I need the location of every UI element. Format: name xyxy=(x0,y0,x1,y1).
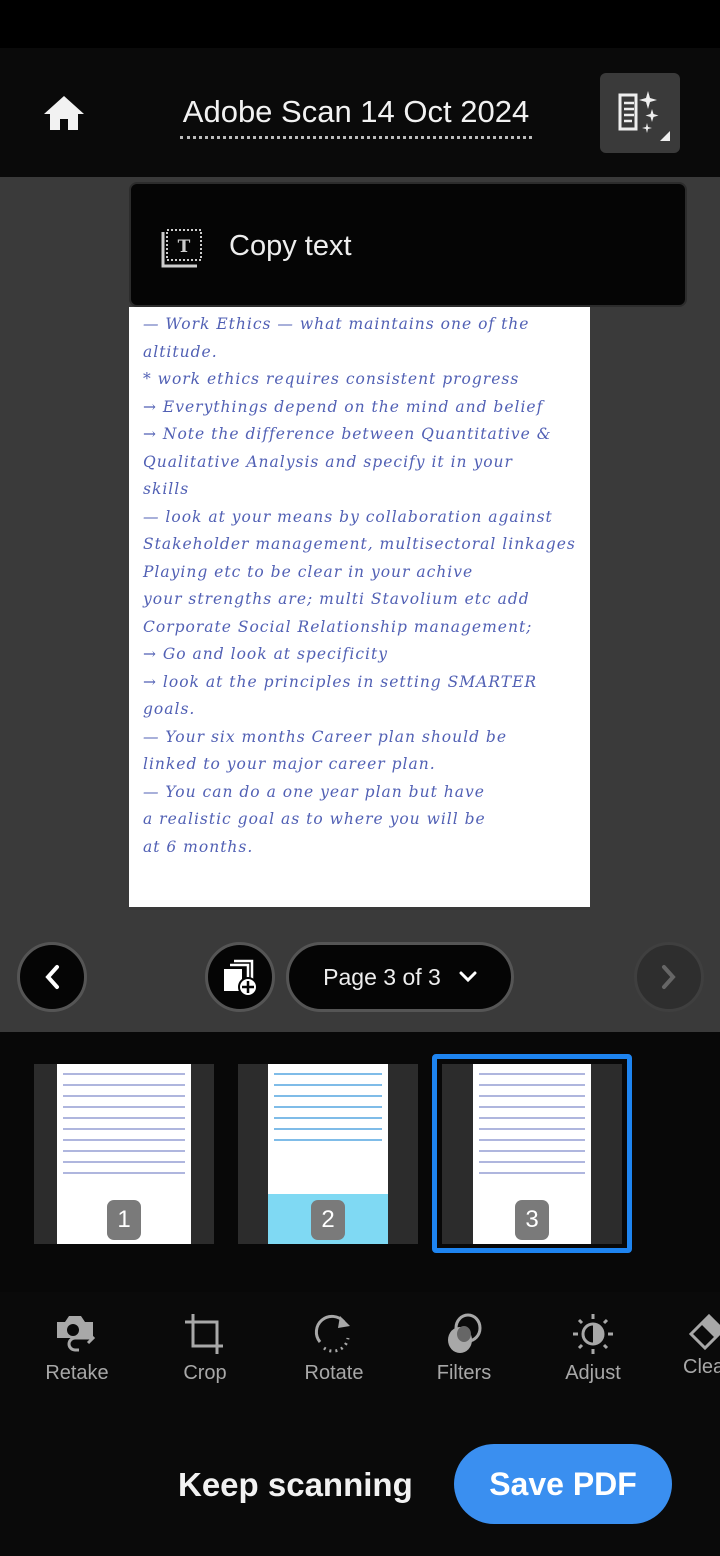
add-page-button[interactable] xyxy=(205,942,275,1012)
add-pages-icon xyxy=(224,959,258,997)
copy-text-menu-item[interactable]: Copy text xyxy=(229,230,352,263)
handwritten-line: Qualitative Analysis and specify it in y… xyxy=(143,452,513,471)
ai-assistant-button[interactable] xyxy=(600,73,680,153)
crop-icon xyxy=(185,1314,223,1354)
adjust-brightness-icon xyxy=(573,1314,613,1354)
document-title[interactable]: Adobe Scan 14 Oct 2024 xyxy=(180,94,532,139)
keep-scanning-button[interactable]: Keep scanning xyxy=(178,1466,413,1504)
copy-text-menu: T Copy text xyxy=(129,182,687,307)
page-selector-dropdown[interactable]: Page 3 of 3 xyxy=(286,942,514,1012)
handwritten-line: Playing etc to be clear in your achive xyxy=(143,562,474,581)
home-button[interactable] xyxy=(42,92,86,136)
handwritten-line: — Work Ethics — what maintains one of th… xyxy=(143,315,530,333)
home-icon xyxy=(44,96,84,130)
cleanup-button[interactable]: Clea xyxy=(667,1312,720,1379)
status-bar xyxy=(0,0,720,48)
handwritten-line: Corporate Social Relationship management… xyxy=(143,617,533,636)
rotate-icon xyxy=(314,1314,350,1353)
filters-button[interactable]: Filters xyxy=(409,1312,519,1385)
chevron-right-icon xyxy=(662,965,676,989)
handwritten-line: — look at your means by collaboration ag… xyxy=(143,507,553,526)
handwritten-line: linked to your major career plan. xyxy=(143,755,436,773)
handwritten-line: → Note the difference between Quantitati… xyxy=(143,425,552,443)
handwritten-line: goals. xyxy=(143,700,196,718)
adjust-button[interactable]: Adjust xyxy=(538,1312,648,1385)
thumbnail-number: 1 xyxy=(107,1200,141,1240)
retake-button[interactable]: Retake xyxy=(22,1312,132,1385)
handwritten-line: Stakeholder management, multisectoral li… xyxy=(143,535,576,553)
chevron-down-icon xyxy=(459,971,477,983)
retake-camera-icon xyxy=(57,1316,96,1352)
selected-thumbnail-border xyxy=(432,1054,632,1253)
handwritten-line: skills xyxy=(143,480,190,498)
copy-text-icon: T xyxy=(161,228,205,268)
handwritten-line: your strengths are; multi Stavolium etc … xyxy=(143,590,530,608)
handwritten-line: at 6 months. xyxy=(143,837,254,856)
chevron-left-icon xyxy=(45,965,59,989)
thumbnail-number: 2 xyxy=(311,1200,345,1240)
page-thumbnail-2[interactable]: 2 xyxy=(238,1064,418,1244)
handwritten-line: → Everythings depend on the mind and bel… xyxy=(143,397,544,416)
handwritten-line: → look at the principles in setting SMAR… xyxy=(143,672,538,691)
handwritten-line: altitude. xyxy=(143,342,218,361)
page-indicator: Page 3 of 3 xyxy=(323,963,441,990)
scanned-page[interactable]: — Work Ethics — what maintains one of th… xyxy=(129,307,590,907)
handwritten-line: — You can do a one year plan but have xyxy=(143,782,485,801)
previous-page-button[interactable] xyxy=(17,942,87,1012)
svg-text:T: T xyxy=(178,237,191,257)
handwritten-line: a realistic goal as to where you will be xyxy=(143,810,486,828)
rotate-button[interactable]: Rotate xyxy=(279,1312,389,1385)
handwritten-line: — Your six months Career plan should be xyxy=(143,727,508,746)
handwritten-line: * work ethics requires consistent progre… xyxy=(143,370,520,388)
next-page-button[interactable] xyxy=(634,942,704,1012)
handwritten-line: → Go and look at specificity xyxy=(143,645,388,663)
crop-button[interactable]: Crop xyxy=(150,1312,260,1385)
filters-icon xyxy=(448,1313,482,1353)
save-pdf-button[interactable]: Save PDF xyxy=(454,1444,672,1524)
page-thumbnail-1[interactable]: 1 xyxy=(34,1064,214,1244)
document-sparkle-icon xyxy=(618,91,670,141)
cleanup-eraser-icon xyxy=(688,1313,720,1351)
